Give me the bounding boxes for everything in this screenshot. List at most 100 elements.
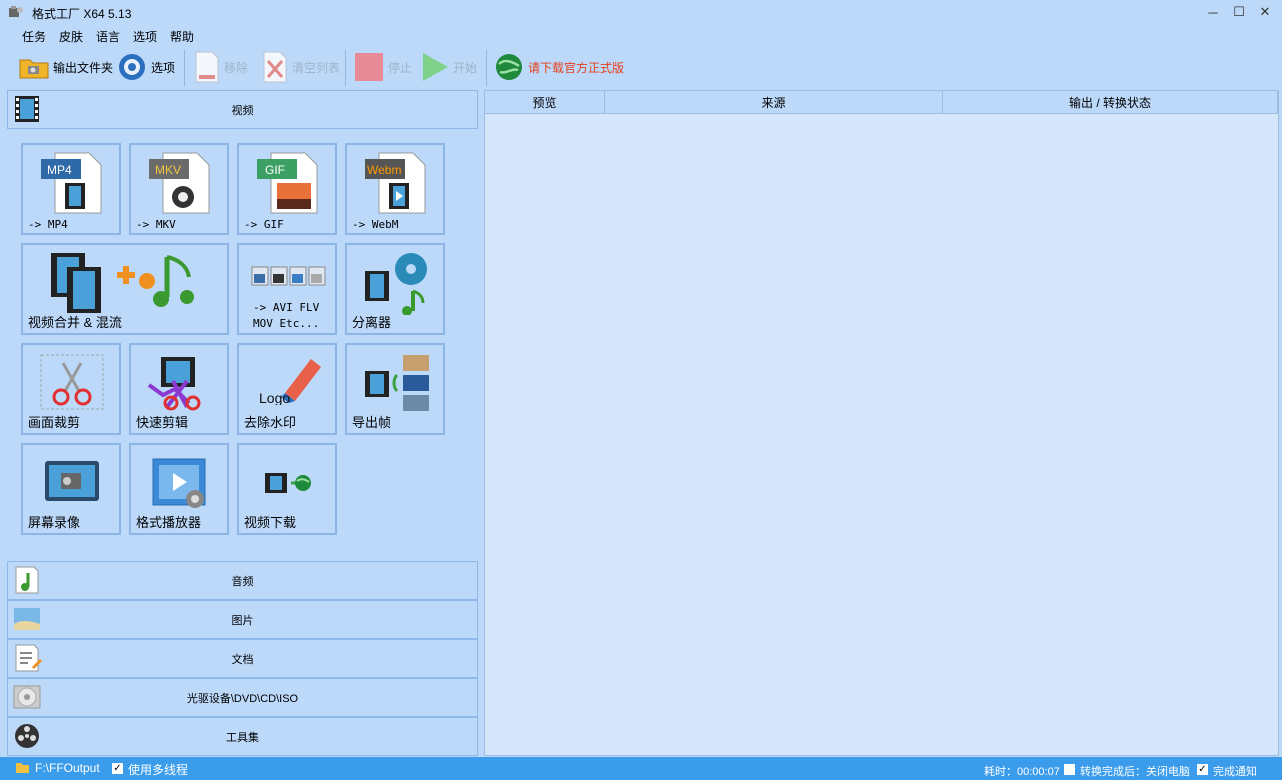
notify-label: 完成通知 (1213, 766, 1257, 778)
tile-video-merge-label: 视频合并 & 混流 (28, 315, 122, 330)
tile-export-frames[interactable]: 导出帧 (345, 343, 445, 435)
gif-file-icon: GIF (257, 152, 318, 214)
tile-avi-label-1: -> AVI FLV (253, 301, 320, 314)
notify-checkbox[interactable]: ✓ (1197, 764, 1208, 775)
tile-screen-record[interactable]: 屏幕录像 (21, 443, 121, 535)
options-label: 选项 (151, 60, 176, 75)
quick-clip-icon (147, 357, 201, 411)
tile-export-frames-label: 导出帧 (352, 415, 392, 430)
download-official-link[interactable]: 请下载官方正式版 (494, 50, 624, 84)
tile-remove-watermark-label: 去除水印 (244, 415, 297, 430)
category-image-label: 图片 (231, 614, 254, 627)
shutdown-after-checkbox[interactable] (1064, 764, 1075, 775)
menu-options[interactable]: 选项 (133, 28, 157, 45)
clear-list-icon (263, 51, 287, 83)
output-folder-button[interactable]: 输出文件夹 (19, 50, 113, 84)
mp4-file-icon: MP4 (41, 152, 102, 214)
webm-badge: Webm (367, 163, 401, 177)
multi-format-icon (251, 266, 326, 286)
category-optical-header[interactable]: 光驱设备\DVD\CD\ISO (7, 678, 478, 717)
tile-format-player[interactable]: 格式播放器 (129, 443, 229, 535)
stop-button[interactable]: 停止 (354, 50, 412, 84)
tile-to-webm-label: -> WebM (352, 218, 399, 231)
mp4-badge: MP4 (47, 163, 72, 177)
tile-to-mp4-label: -> MP4 (28, 218, 68, 231)
tile-to-avi-flv-mov[interactable]: -> AVI FLV MOV Etc... (237, 243, 337, 335)
tile-to-webm[interactable]: Webm -> WebM (345, 143, 445, 235)
tile-to-mkv-label: -> MKV (136, 218, 176, 231)
tile-screen-record-label: 屏幕录像 (28, 515, 81, 530)
tile-splitter-label: 分离器 (352, 315, 392, 330)
tile-crop[interactable]: 画面裁剪 (21, 343, 121, 435)
remove-label: 移除 (224, 60, 249, 75)
shutdown-after-label: 转换完成后：关闭电脑 (1080, 766, 1190, 778)
window-title: 格式工厂 X64 5.13 (32, 7, 132, 21)
screen-record-icon (45, 461, 99, 501)
film-icon (15, 96, 39, 122)
stop-icon (355, 53, 383, 81)
tile-to-mkv[interactable]: MKV -> MKV (129, 143, 229, 235)
tile-remove-watermark[interactable]: Logo 去除水印 (237, 343, 337, 435)
category-image-header[interactable]: 图片 (7, 600, 478, 639)
disc-icon (13, 685, 41, 709)
toolbar (0, 46, 1282, 88)
stop-label: 停止 (388, 60, 413, 75)
mkv-badge: MKV (155, 163, 181, 177)
category-tools-header[interactable]: 工具集 (7, 717, 478, 756)
export-frames-icon (365, 355, 429, 411)
gear-icon (119, 54, 145, 80)
menu-task[interactable]: 任务 (22, 28, 46, 45)
options-button[interactable]: 选项 (117, 50, 175, 84)
tile-format-player-label: 格式播放器 (136, 515, 202, 530)
tile-to-mp4[interactable]: MP4 -> MP4 (21, 143, 121, 235)
mkv-file-icon: MKV (149, 152, 210, 214)
category-video-label: 视频 (231, 104, 254, 117)
tile-splitter[interactable]: 分离器 (345, 243, 445, 335)
tile-quick-clip-label: 快速剪辑 (136, 415, 189, 430)
category-audio-header[interactable]: 音频 (7, 561, 478, 600)
start-label: 开始 (453, 60, 478, 75)
tile-video-merge[interactable]: 视频合并 & 混流 (21, 243, 229, 335)
webm-file-icon: Webm (365, 152, 426, 214)
eraser-icon: Logo (259, 359, 321, 405)
column-preview[interactable]: 预览 (485, 91, 605, 114)
column-output-status[interactable]: 输出 / 转换状态 (943, 91, 1278, 114)
watermark-logo-text: Logo (259, 390, 290, 405)
title-bar (0, 0, 1282, 24)
gif-badge: GIF (265, 163, 285, 177)
image-landscape-icon (14, 608, 40, 630)
tile-to-gif[interactable]: GIF -> GIF (237, 143, 337, 235)
category-document-label: 文档 (231, 653, 254, 666)
column-source[interactable]: 来源 (605, 91, 943, 114)
menu-skin[interactable]: 皮肤 (59, 28, 83, 45)
document-icon (15, 644, 42, 672)
clear-list-button[interactable]: 清空列表 (262, 50, 340, 84)
remove-button[interactable]: 移除 (194, 50, 248, 84)
tile-to-gif-label: -> GIF (244, 218, 284, 231)
tile-crop-label: 画面裁剪 (28, 415, 81, 430)
folder-icon (19, 59, 49, 79)
start-button[interactable]: 开始 (421, 50, 477, 84)
task-list[interactable] (484, 90, 1279, 756)
toolbar-separator (486, 50, 487, 86)
tile-avi-label-2: MOV Etc... (253, 317, 320, 330)
category-optical-label: 光驱设备\DVD\CD\ISO (186, 692, 299, 705)
menu-help[interactable]: 帮助 (170, 28, 194, 45)
tile-video-download[interactable]: 视频下载 (237, 443, 337, 535)
category-tools-label: 工具集 (226, 731, 259, 744)
tile-quick-clip[interactable]: 快速剪辑 (129, 343, 229, 435)
multithread-checkbox[interactable]: ✓ (112, 763, 123, 774)
clear-list-label: 清空列表 (292, 60, 341, 75)
category-document-header[interactable]: 文档 (7, 639, 478, 678)
elapsed-time: 耗时：00:00:07 (984, 766, 1060, 778)
menu-language[interactable]: 语言 (96, 28, 120, 45)
close-button[interactable]: ✕ (1248, 0, 1282, 24)
audio-note-icon (15, 566, 39, 594)
category-video-header[interactable]: 视频 (7, 90, 478, 129)
toolbar-separator (345, 50, 346, 86)
player-icon (152, 458, 206, 508)
download-official-label: 请下载官方正式版 (528, 60, 625, 75)
toolbar-separator (184, 50, 185, 86)
output-folder-icon (16, 763, 29, 773)
output-path[interactable]: F:\FFOutput (35, 761, 100, 775)
